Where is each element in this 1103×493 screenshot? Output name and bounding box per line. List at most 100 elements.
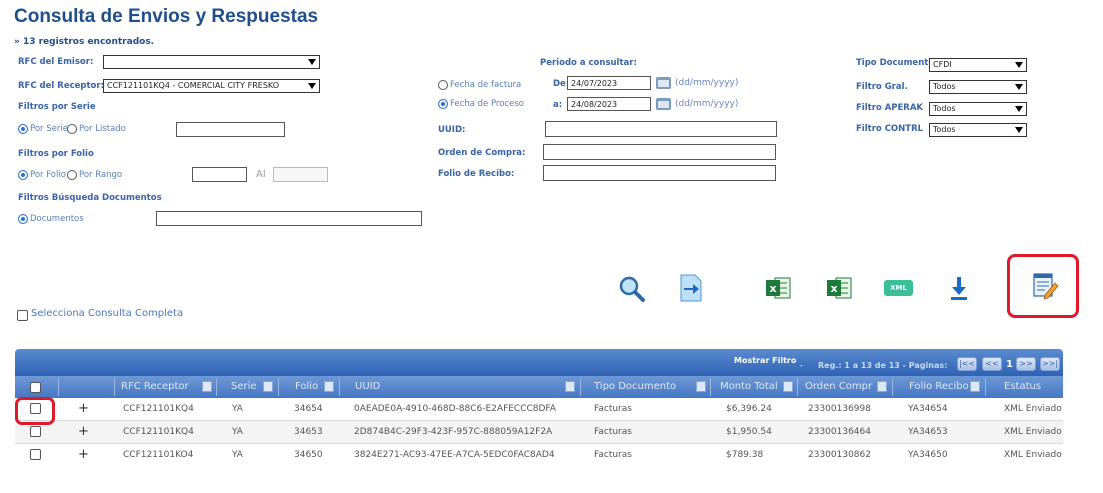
table-row[interactable]: + CCF121101KQ4 YA 34654 0AEADE0A-4910-46… xyxy=(15,398,1063,421)
al-label: Al xyxy=(256,169,266,180)
sort-icon[interactable] xyxy=(565,381,575,392)
col-monto-total[interactable]: Monto Total xyxy=(720,376,778,398)
cell-uuid: 0AEADE0A-4910-468D-88C6-E2AFECCC8DFA xyxy=(354,404,556,414)
orden-compra-label: Orden de Compra: xyxy=(438,148,526,158)
grid-toolbar: Mostrar Filtro - Reg.: 1 a 13 de 13 - Pa… xyxy=(15,349,1063,376)
first-page-button[interactable]: |<< xyxy=(957,357,977,371)
sort-icon[interactable] xyxy=(970,381,980,392)
prev-page-button[interactable]: << xyxy=(982,357,1002,371)
select-all-checkbox[interactable] xyxy=(17,310,28,321)
cell-serie: YA xyxy=(232,427,243,437)
calendar-icon[interactable] xyxy=(656,98,671,110)
por-listado-radio[interactable]: Por Listado xyxy=(67,124,126,134)
cell-orden: 23300136464 xyxy=(808,427,871,437)
col-rfc[interactable]: RFC Receptor xyxy=(121,376,189,398)
next-page-button[interactable]: >> xyxy=(1016,357,1036,371)
filtro-gral-select[interactable]: Todos xyxy=(929,80,1027,94)
rfc-receptor-label: RFC del Receptor: xyxy=(18,81,104,91)
cell-uuid: 2D874B4C-29F3-423F-957C-888059A12F2A xyxy=(354,427,553,437)
folio-recibo-input[interactable] xyxy=(543,165,776,181)
row-checkbox[interactable] xyxy=(30,449,41,460)
col-folio[interactable]: Folio xyxy=(295,376,318,398)
radio-selected-icon xyxy=(18,170,28,180)
current-page: 1 xyxy=(1006,359,1013,370)
sort-icon[interactable] xyxy=(696,381,706,392)
sort-icon[interactable] xyxy=(202,381,212,392)
rfc-receptor-select[interactable]: CCF121101KQ4 - COMERCIAL CITY FRESKO xyxy=(103,79,320,93)
cell-folio-recibo: YA34653 xyxy=(908,427,948,437)
cell-serie: YA xyxy=(232,404,243,414)
row-checkbox[interactable] xyxy=(30,426,41,437)
expand-icon[interactable]: + xyxy=(78,444,89,462)
a-label: a: xyxy=(553,100,563,110)
calendar-icon[interactable] xyxy=(656,77,671,89)
fecha-de-input[interactable]: 24/07/2023 xyxy=(567,76,651,90)
sort-icon[interactable] xyxy=(263,381,273,392)
fecha-factura-radio[interactable]: Fecha de factura xyxy=(438,80,521,90)
cell-folio: 34653 xyxy=(294,427,323,437)
sort-icon[interactable] xyxy=(877,381,887,392)
svg-text:x: x xyxy=(830,282,837,295)
expand-icon[interactable]: + xyxy=(78,421,89,443)
cell-monto: $6,396.24 xyxy=(726,404,772,414)
radio-selected-icon xyxy=(438,99,448,109)
cell-estatus: XML Enviado xyxy=(1004,450,1062,460)
folio-from-input[interactable] xyxy=(192,167,247,182)
documentos-input[interactable] xyxy=(156,211,422,226)
uuid-label: UUID: xyxy=(438,125,466,135)
cell-folio: 34650 xyxy=(294,450,323,460)
cell-estatus: XML Enviado xyxy=(1004,404,1062,414)
col-folio-recibo[interactable]: Folio Recibo xyxy=(909,376,969,398)
radio-selected-icon xyxy=(18,214,28,224)
search-icon[interactable] xyxy=(617,274,647,304)
col-estatus[interactable]: Estatus xyxy=(1004,376,1041,398)
col-uuid[interactable]: UUID xyxy=(355,376,380,398)
mostrar-filtro-link[interactable]: Mostrar Filtro xyxy=(734,356,796,365)
col-serie[interactable]: Serie xyxy=(231,376,257,398)
rfc-emisor-label: RFC del Emisor: xyxy=(18,57,94,67)
download-icon[interactable] xyxy=(948,275,970,301)
documentos-radio[interactable]: Documentos xyxy=(18,214,84,224)
col-orden-compra[interactable]: Orden Compr xyxy=(805,376,872,398)
por-serie-radio[interactable]: Por Serie xyxy=(18,124,68,134)
fecha-a-input[interactable]: 24/08/2023 xyxy=(567,97,651,111)
cell-estatus: XML Enviado xyxy=(1004,427,1062,437)
por-folio-radio[interactable]: Por Folio xyxy=(18,170,66,180)
table-row[interactable]: + CCF121101KQ4 YA 34653 2D874B4C-29F3-42… xyxy=(15,421,1063,444)
radio-empty-icon xyxy=(67,124,77,134)
uuid-input[interactable] xyxy=(545,121,777,137)
cell-folio-recibo: YA34654 xyxy=(908,404,948,414)
page-title: Consulta de Envios y Respuestas xyxy=(14,6,319,27)
folio-to-input[interactable] xyxy=(273,167,328,182)
expand-icon[interactable]: + xyxy=(78,398,89,420)
filtro-gral-label: Filtro Gral. xyxy=(856,82,908,92)
header-checkbox[interactable] xyxy=(30,382,41,393)
col-tipo-documento[interactable]: Tipo Documento xyxy=(594,376,676,398)
tipo-documento-select[interactable]: CFDI xyxy=(929,58,1027,72)
cell-rfc: CCF121101KQ4 xyxy=(123,427,194,437)
records-info: Reg.: 1 a 13 de 13 - Paginas: xyxy=(818,361,948,370)
docs-section-label: Filtros Búsqueda Documentos xyxy=(18,193,162,203)
date-format-hint: (dd/mm/yyyy) xyxy=(675,78,739,88)
xml-icon[interactable]: XML xyxy=(884,280,913,296)
table-row[interactable]: + CCF121101KO4 YA 34650 3824E271-AC93-47… xyxy=(15,444,1063,462)
folio-section-label: Filtros por Folio xyxy=(18,149,94,159)
tipo-documento-label: Tipo Documento xyxy=(856,58,935,68)
filtro-aperak-select[interactable]: Todos xyxy=(929,102,1027,116)
edit-report-icon[interactable] xyxy=(1031,271,1059,301)
orden-compra-input[interactable] xyxy=(543,144,776,160)
last-page-button[interactable]: >>| xyxy=(1040,357,1060,371)
por-rango-radio[interactable]: Por Rango xyxy=(67,170,122,180)
serie-input[interactable] xyxy=(176,122,285,137)
excel-icon[interactable]: x xyxy=(826,276,852,300)
sort-icon[interactable] xyxy=(783,381,793,392)
export-arrow-icon[interactable] xyxy=(679,273,703,303)
filtro-contrl-select[interactable]: Todos xyxy=(929,123,1027,137)
rfc-emisor-select[interactable] xyxy=(103,55,320,69)
sort-icon[interactable] xyxy=(324,381,334,392)
fecha-proceso-radio[interactable]: Fecha de Proceso xyxy=(438,99,524,109)
excel-icon[interactable]: x xyxy=(765,276,791,300)
cell-folio: 34654 xyxy=(294,404,323,414)
highlight-box xyxy=(15,397,55,425)
radio-selected-icon xyxy=(18,124,28,134)
